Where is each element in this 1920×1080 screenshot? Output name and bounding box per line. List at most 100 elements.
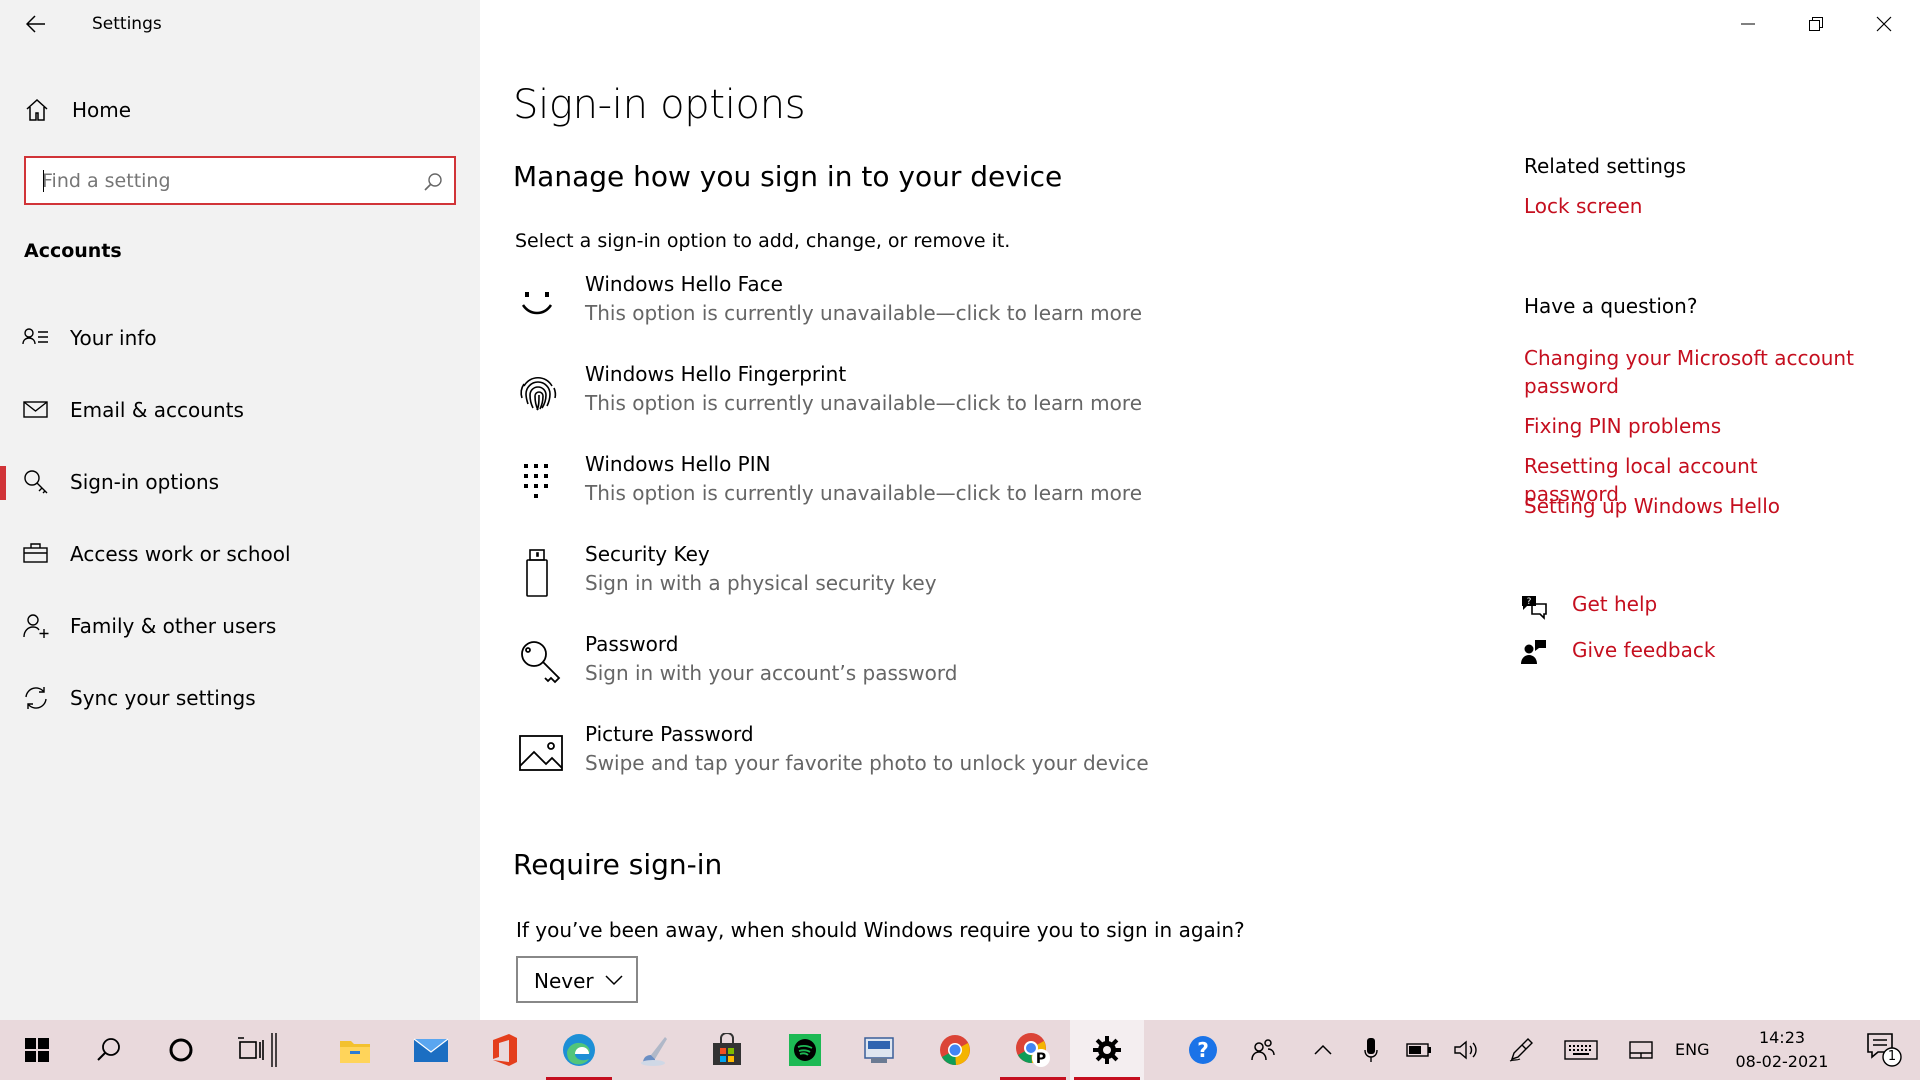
option-desc: Swipe and tap your favorite photo to unl… — [585, 751, 1149, 775]
edge-app[interactable] — [542, 1020, 616, 1080]
chrome-profile-app[interactable]: P — [996, 1020, 1070, 1080]
sidebar-item-sign-in-options[interactable]: Sign-in options — [0, 456, 480, 508]
settings-app[interactable] — [1070, 1020, 1144, 1080]
sidebar: Settings Home Accounts Your info Email &… — [0, 0, 480, 1020]
tray-overflow[interactable] — [1300, 1020, 1346, 1080]
start-button[interactable] — [0, 1020, 74, 1080]
tray-language[interactable]: ENG — [1675, 1040, 1709, 1059]
app-title: Settings — [92, 14, 162, 34]
settings-gear-icon — [1093, 1036, 1121, 1064]
clock-time: 14:23 — [1758, 1028, 1806, 1047]
back-button[interactable] — [16, 8, 56, 40]
link-lock-screen[interactable]: Lock screen — [1524, 192, 1854, 220]
taskbar-separator — [262, 1020, 286, 1080]
restore-icon — [1809, 17, 1823, 31]
usb-key-icon — [526, 549, 548, 597]
require-sign-in-dropdown[interactable]: Never — [516, 956, 638, 1003]
link-setting-up-windows-hello[interactable]: Setting up Windows Hello — [1524, 492, 1854, 520]
link-fixing-pin-problems[interactable]: Fixing PIN problems — [1524, 412, 1854, 440]
dropdown-value: Never — [534, 969, 594, 993]
help-circle-icon: ? — [1189, 1036, 1217, 1064]
store-app[interactable] — [690, 1020, 764, 1080]
taskbar: P ? ENG 14:23 08-02-2021 1 — [0, 1020, 1920, 1080]
section-header-accounts: Accounts — [24, 240, 122, 262]
option-name: Windows Hello PIN — [585, 452, 771, 476]
tray-touch-keyboard[interactable] — [1558, 1020, 1604, 1080]
chrome-icon — [940, 1035, 970, 1066]
chrome-app[interactable] — [918, 1020, 992, 1080]
mail-icon — [23, 401, 48, 418]
key-icon — [24, 470, 48, 494]
have-a-question-header: Have a question? — [1524, 294, 1698, 318]
mail-app-icon — [413, 1038, 449, 1062]
notification-icon — [1867, 1033, 1902, 1067]
battery-icon — [1406, 1043, 1431, 1057]
sidebar-item-label: Email & accounts — [70, 398, 244, 422]
link-changing-microsoft-password[interactable]: Changing your Microsoft account password — [1524, 344, 1854, 400]
option-password[interactable]: Password Sign in with your account’s pas… — [510, 632, 1210, 706]
file-explorer-icon — [340, 1041, 370, 1063]
sidebar-item-your-info[interactable]: Your info — [0, 312, 480, 364]
spotify-app[interactable] — [768, 1020, 842, 1080]
sidebar-item-label: Access work or school — [70, 542, 291, 566]
notification-count: 1 — [1887, 1049, 1897, 1064]
minimize-button[interactable] — [1714, 0, 1782, 48]
person-add-icon — [23, 614, 49, 638]
tray-volume[interactable] — [1444, 1020, 1490, 1080]
close-button[interactable] — [1850, 0, 1918, 48]
network-app-icon — [864, 1037, 894, 1063]
tray-people[interactable] — [1240, 1020, 1286, 1080]
pen-workspace-icon — [1509, 1038, 1533, 1062]
mail-app[interactable] — [394, 1020, 468, 1080]
chevron-down-icon — [605, 975, 623, 986]
option-desc: This option is currently unavailable—cli… — [585, 481, 1142, 505]
sidebar-item-access-work-school[interactable]: Access work or school — [0, 528, 480, 580]
sidebar-item-family-other-users[interactable]: Family & other users — [0, 600, 480, 652]
briefcase-icon — [23, 543, 48, 563]
clock-date: 08-02-2021 — [1735, 1052, 1829, 1071]
tray-clock[interactable]: 14:23 08-02-2021 — [1720, 1026, 1844, 1074]
text-caret — [43, 170, 44, 192]
start-icon — [25, 1038, 49, 1062]
pin-keypad-icon — [524, 464, 548, 498]
search-icon[interactable] — [422, 171, 444, 193]
keyboard-icon — [1564, 1040, 1598, 1060]
tray-touchpad[interactable] — [1618, 1020, 1664, 1080]
sidebar-item-sync-settings[interactable]: Sync your settings — [0, 672, 480, 724]
office-app[interactable] — [468, 1020, 542, 1080]
home-label: Home — [72, 98, 132, 122]
get-help-label: Get help — [1572, 592, 1658, 616]
option-windows-hello-face[interactable]: Windows Hello Face This option is curren… — [510, 272, 1210, 346]
option-security-key[interactable]: Security Key Sign in with a physical sec… — [510, 542, 1210, 616]
option-picture-password[interactable]: Picture Password Swipe and tap your favo… — [510, 722, 1210, 796]
get-help-link[interactable]: ? Get help — [1520, 588, 1780, 624]
action-center-button[interactable]: 1 — [1850, 1020, 1920, 1080]
tray-help[interactable]: ? — [1180, 1020, 1226, 1080]
tray-battery[interactable] — [1396, 1020, 1442, 1080]
option-name: Password — [585, 632, 679, 656]
file-explorer-app[interactable] — [318, 1020, 392, 1080]
paint-app[interactable] — [616, 1020, 690, 1080]
search-input[interactable] — [42, 168, 402, 194]
search-icon — [97, 1038, 120, 1061]
cortana-button[interactable] — [144, 1020, 218, 1080]
store-icon — [713, 1033, 741, 1065]
option-windows-hello-fingerprint[interactable]: Windows Hello Fingerprint This option is… — [510, 362, 1210, 436]
tray-pen[interactable] — [1498, 1020, 1544, 1080]
svg-text:?: ? — [1527, 597, 1532, 607]
picture-icon — [519, 735, 563, 771]
taskbar-search-button[interactable] — [72, 1020, 146, 1080]
require-sign-in-question: If you’ve been away, when should Windows… — [516, 918, 1245, 942]
nav-home[interactable]: Home — [0, 90, 480, 130]
svg-text:?: ? — [1197, 1038, 1209, 1062]
network-app[interactable] — [842, 1020, 916, 1080]
chrome-profile-icon: P — [1016, 1033, 1050, 1067]
give-feedback-link[interactable]: Give feedback — [1520, 634, 1780, 670]
tray-microphone[interactable] — [1348, 1020, 1394, 1080]
restore-button[interactable] — [1782, 0, 1850, 48]
sidebar-item-email-accounts[interactable]: Email & accounts — [0, 384, 480, 436]
option-desc: This option is currently unavailable—cli… — [585, 301, 1142, 325]
option-windows-hello-pin[interactable]: Windows Hello PIN This option is current… — [510, 452, 1210, 526]
search-box[interactable] — [24, 156, 456, 205]
sidebar-item-label: Family & other users — [70, 614, 277, 638]
